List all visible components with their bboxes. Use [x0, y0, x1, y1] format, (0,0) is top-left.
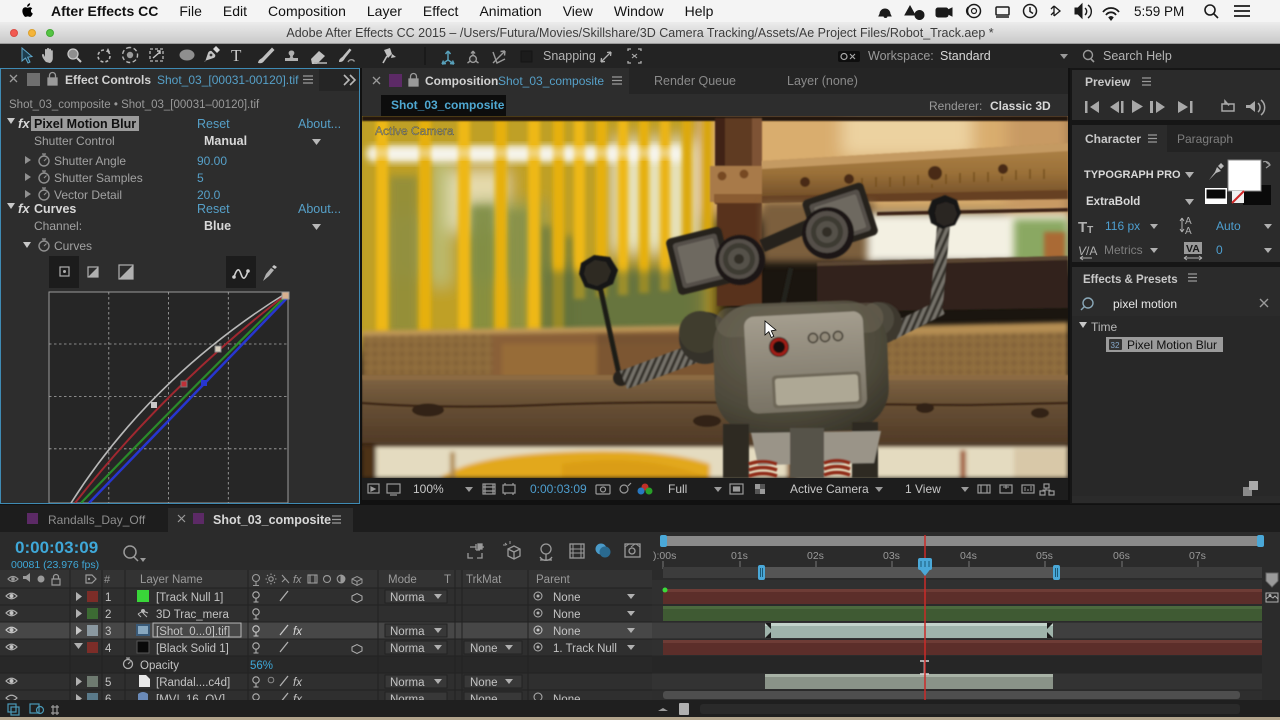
svg-text:About...: About...: [298, 117, 341, 131]
svg-text:Paragraph: Paragraph: [1177, 132, 1233, 146]
svg-text:Parent: Parent: [536, 574, 571, 586]
svg-text:Opacity: Opacity: [140, 660, 179, 672]
svg-text:5: 5: [105, 677, 111, 689]
svg-text:Effects & Presets: Effects & Presets: [1083, 274, 1178, 286]
svg-text:Reset: Reset: [197, 117, 230, 131]
svg-text:Shot_03_composite • Shot_03_[0: Shot_03_composite • Shot_03_[00031–00120…: [9, 99, 260, 111]
svg-text:Effect Controls: Effect Controls: [65, 73, 151, 87]
svg-text:Curves: Curves: [54, 239, 92, 253]
svg-text:Shot_03_composite: Shot_03_composite: [498, 74, 604, 88]
svg-text:Norma: Norma: [390, 592, 425, 604]
svg-text:1: 1: [105, 592, 111, 604]
svg-text:2: 2: [105, 609, 111, 621]
svg-text:Shot_03_composite: Shot_03_composite: [213, 513, 331, 527]
svg-text:Channel:: Channel:: [34, 219, 82, 233]
svg-text:TYPOGRAPH PRO: TYPOGRAPH PRO: [1084, 169, 1181, 181]
svg-text:Time: Time: [1091, 320, 1118, 334]
svg-text:V/A: V/A: [1078, 244, 1097, 258]
svg-text:Character: Character: [1085, 132, 1141, 146]
svg-text:32: 32: [1111, 341, 1120, 350]
svg-text:05s: 05s: [1036, 550, 1053, 562]
svg-text:Shot_03_[00031-00120].tif: Shot_03_[00031-00120].tif: [157, 73, 299, 87]
svg-text:T: T: [231, 46, 242, 65]
svg-text:Blue: Blue: [204, 219, 231, 233]
svg-text:07s: 07s: [1189, 550, 1206, 562]
svg-text:0:00:03:09: 0:00:03:09: [530, 482, 587, 496]
svg-text:Standard: Standard: [940, 49, 991, 63]
svg-text:None: None: [553, 626, 581, 638]
svg-text:90.00: 90.00: [197, 154, 227, 168]
svg-text:Snapping: Snapping: [543, 49, 596, 63]
svg-text:Pixel Motion Blur: Pixel Motion Blur: [1127, 338, 1217, 352]
svg-text:TrkMat: TrkMat: [466, 574, 502, 586]
svg-text:4: 4: [105, 643, 112, 655]
svg-text:Manual: Manual: [204, 134, 247, 148]
svg-text:Preview: Preview: [1085, 75, 1131, 89]
svg-text:[Track Null 1]: [Track Null 1]: [156, 592, 223, 604]
svg-text:Vector Detail: Vector Detail: [54, 188, 122, 202]
svg-text:None: None: [553, 592, 581, 604]
svg-text:100%: 100%: [413, 482, 444, 496]
svg-text:04s: 04s: [960, 550, 977, 562]
svg-text:06s: 06s: [1113, 550, 1130, 562]
svg-text:Metrics: Metrics: [1104, 243, 1143, 257]
svg-text:Pixel Motion Blur: Pixel Motion Blur: [34, 117, 136, 131]
svg-text:Active Camera: Active Camera: [790, 482, 869, 496]
svg-text:):00s: ):00s: [653, 550, 676, 562]
svg-text:3: 3: [105, 626, 111, 638]
svg-text:Search Help: Search Help: [1103, 49, 1172, 63]
svg-text:1 View: 1 View: [905, 482, 941, 496]
svg-text:Shutter Samples: Shutter Samples: [54, 171, 143, 185]
svg-text:Composition: Composition: [425, 74, 498, 88]
svg-text:20.0: 20.0: [197, 188, 221, 202]
svg-text:fx: fx: [293, 574, 302, 586]
svg-text:3D Trac_mera: 3D Trac_mera: [156, 609, 229, 621]
svg-text:Norma: Norma: [390, 643, 425, 655]
svg-text:fx: fx: [18, 201, 30, 216]
svg-text:fx: fx: [18, 116, 30, 131]
svg-text:5: 5: [197, 171, 204, 185]
svg-text:01s: 01s: [731, 550, 748, 562]
svg-text:Shutter Angle: Shutter Angle: [54, 154, 126, 168]
svg-text:Layer (none): Layer (none): [787, 74, 858, 88]
svg-text:Active Camera: Active Camera: [375, 124, 454, 138]
svg-text:None: None: [553, 609, 581, 621]
svg-text:ExtraBold: ExtraBold: [1086, 196, 1140, 208]
svg-text:Norma: Norma: [390, 677, 425, 689]
svg-text:03s: 03s: [883, 550, 900, 562]
svg-text:Render Queue: Render Queue: [654, 74, 736, 88]
svg-text:Curves: Curves: [34, 202, 76, 216]
svg-text:Mode: Mode: [388, 574, 417, 586]
svg-text:fx: fx: [293, 677, 303, 689]
svg-text:pixel motion: pixel motion: [1113, 297, 1177, 311]
svg-text:A: A: [1185, 226, 1192, 237]
svg-text:0:00:03:09: 0:00:03:09: [15, 538, 98, 557]
svg-text:0: 0: [1216, 243, 1223, 257]
svg-text:1. Track Null: 1. Track Null: [553, 643, 617, 655]
svg-text:[Randal....c4d]: [Randal....c4d]: [156, 677, 230, 689]
svg-text:#: #: [104, 574, 111, 586]
svg-text:VA: VA: [1186, 243, 1200, 255]
svg-text:None: None: [470, 643, 498, 655]
svg-text:T: T: [444, 574, 451, 586]
svg-text:00081 (23.976 fps): 00081 (23.976 fps): [11, 559, 99, 571]
svg-text:Reset: Reset: [197, 202, 230, 216]
svg-text:116 px: 116 px: [1105, 219, 1140, 233]
svg-text:Randalls_Day_Off: Randalls_Day_Off: [48, 513, 146, 527]
svg-text:5:59 PM: 5:59 PM: [1134, 4, 1184, 19]
svg-text:Layer Name: Layer Name: [140, 574, 203, 586]
svg-text:Auto: Auto: [1216, 219, 1241, 233]
svg-text:fx: fx: [293, 626, 303, 638]
svg-text:02s: 02s: [807, 550, 824, 562]
svg-text:None: None: [470, 677, 498, 689]
svg-text:Full: Full: [668, 482, 687, 496]
svg-text:56%: 56%: [250, 660, 273, 672]
svg-text:Norma: Norma: [390, 626, 425, 638]
svg-text:About...: About...: [298, 202, 341, 216]
svg-text:[Black Solid 1]: [Black Solid 1]: [156, 643, 229, 655]
svg-text:Shutter Control: Shutter Control: [34, 134, 115, 148]
svg-text:Workspace:: Workspace:: [868, 49, 934, 63]
svg-text:[Shot_0...0].tif]: [Shot_0...0].tif]: [156, 626, 230, 638]
